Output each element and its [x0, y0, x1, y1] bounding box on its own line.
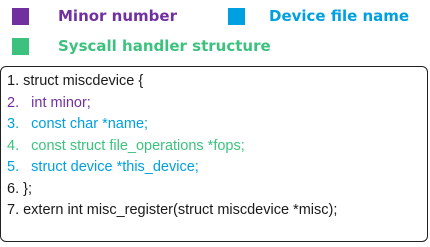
legend-label: Syscall handler structure	[58, 37, 271, 55]
code-line: 5. struct device *this_device;	[7, 159, 199, 175]
legend-label: Device file name	[269, 7, 410, 25]
legend-swatch-purple	[12, 7, 29, 25]
code-line: 4. const struct file_operations *fops;	[7, 137, 245, 154]
legend-label: Minor number	[58, 7, 177, 25]
legend-item-syscall-handler-structure: Syscall handler structure	[12, 37, 271, 55]
legend-swatch-blue	[228, 7, 245, 25]
code-line: 7. extern int misc_register(struct miscd…	[7, 202, 338, 218]
legend-swatch-green	[12, 37, 29, 55]
code-line: 1. struct miscdevice {	[7, 73, 144, 89]
legend-item-device-file-name: Device file name	[228, 7, 409, 25]
legend-item-minor-number: Minor number	[12, 7, 177, 25]
code-line: 3. const char *name;	[7, 116, 149, 132]
code-line: 2. int minor;	[7, 94, 91, 111]
code-block: 1. struct miscdevice { 2. int minor; 3. …	[0, 66, 428, 242]
code-line: 6. };	[7, 180, 32, 197]
